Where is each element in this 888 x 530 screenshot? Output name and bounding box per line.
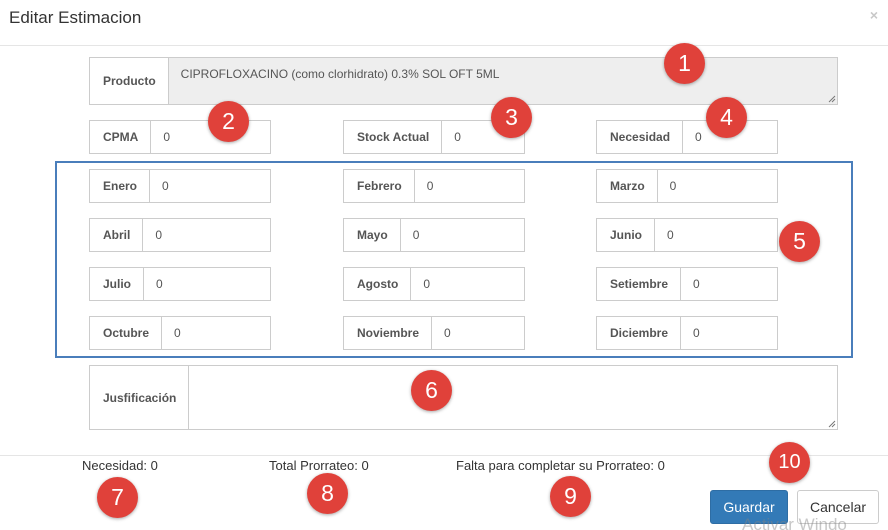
- annotation-badge-8: 8: [307, 473, 348, 514]
- annotation-badge-5: 5: [779, 221, 820, 262]
- justificacion-textarea[interactable]: [189, 366, 837, 429]
- month-label: Mayo: [344, 219, 401, 251]
- month-label: Enero: [90, 170, 151, 202]
- activation-watermark: Activar Windo: [742, 515, 847, 530]
- necesidad-group: Necesidad 0: [596, 120, 778, 154]
- month-label: Junio: [597, 219, 655, 251]
- necesidad-label: Necesidad: [597, 121, 684, 153]
- month-group-julio: Julio 0: [89, 267, 271, 301]
- month-group-marzo: Marzo 0: [596, 169, 778, 203]
- month-input[interactable]: 0: [411, 268, 524, 300]
- month-label: Agosto: [344, 268, 412, 300]
- month-label: Octubre: [90, 317, 163, 349]
- annotation-badge-4: 4: [706, 97, 747, 138]
- annotation-badge-1: 1: [664, 43, 705, 84]
- month-input[interactable]: 0: [143, 219, 270, 251]
- resize-handle-icon[interactable]: [828, 95, 836, 103]
- stock-actual-label: Stock Actual: [344, 121, 443, 153]
- footer-falta-prorrateo: Falta para completar su Prorrateo: 0: [456, 458, 665, 473]
- month-label: Abril: [90, 219, 144, 251]
- annotation-badge-10: 10: [769, 442, 810, 483]
- month-label: Febrero: [344, 170, 415, 202]
- month-group-junio: Junio 0: [596, 218, 778, 252]
- producto-field[interactable]: CIPROFLOXACINO (como clorhidrato) 0.3% S…: [168, 58, 837, 104]
- month-input[interactable]: 0: [681, 268, 777, 300]
- month-group-noviembre: Noviembre 0: [343, 316, 525, 350]
- cpma-label: CPMA: [90, 121, 152, 153]
- month-group-febrero: Febrero 0: [343, 169, 525, 203]
- resize-handle-icon[interactable]: [828, 420, 836, 428]
- month-input[interactable]: 0: [144, 268, 270, 300]
- annotation-badge-7: 7: [97, 477, 138, 518]
- month-input[interactable]: 0: [681, 317, 777, 349]
- month-group-octubre: Octubre 0: [89, 316, 271, 350]
- month-label: Noviembre: [344, 317, 433, 349]
- month-label: Diciembre: [597, 317, 682, 349]
- month-input[interactable]: 0: [401, 219, 524, 251]
- month-group-mayo: Mayo 0: [343, 218, 525, 252]
- month-label: Setiembre: [597, 268, 682, 300]
- month-input[interactable]: 0: [415, 170, 524, 202]
- justificacion-group: Jusfificación: [89, 365, 838, 430]
- month-group-agosto: Agosto 0: [343, 267, 525, 301]
- month-input[interactable]: 0: [432, 317, 524, 349]
- month-input[interactable]: 0: [150, 170, 270, 202]
- producto-label: Producto: [90, 58, 169, 104]
- annotation-badge-9: 9: [550, 476, 591, 517]
- footer-total-prorrateo: Total Prorrateo: 0: [269, 458, 369, 473]
- month-group-setiembre: Setiembre 0: [596, 267, 778, 301]
- month-group-diciembre: Diciembre 0: [596, 316, 778, 350]
- month-input[interactable]: 0: [655, 219, 777, 251]
- annotation-badge-3: 3: [491, 97, 532, 138]
- month-group-abril: Abril 0: [89, 218, 271, 252]
- annotation-badge-6: 6: [411, 370, 452, 411]
- dialog-header: Editar Estimacion ×: [0, 0, 888, 46]
- month-input[interactable]: 0: [658, 170, 777, 202]
- footer-necesidad: Necesidad: 0: [82, 458, 158, 473]
- dialog-title: Editar Estimacion: [9, 8, 142, 27]
- month-label: Julio: [90, 268, 145, 300]
- close-icon[interactable]: ×: [870, 7, 878, 23]
- annotation-badge-2: 2: [208, 101, 249, 142]
- justificacion-label: Jusfificación: [90, 366, 190, 429]
- month-label: Marzo: [597, 170, 658, 202]
- month-input[interactable]: 0: [162, 317, 270, 349]
- month-group-enero: Enero 0: [89, 169, 271, 203]
